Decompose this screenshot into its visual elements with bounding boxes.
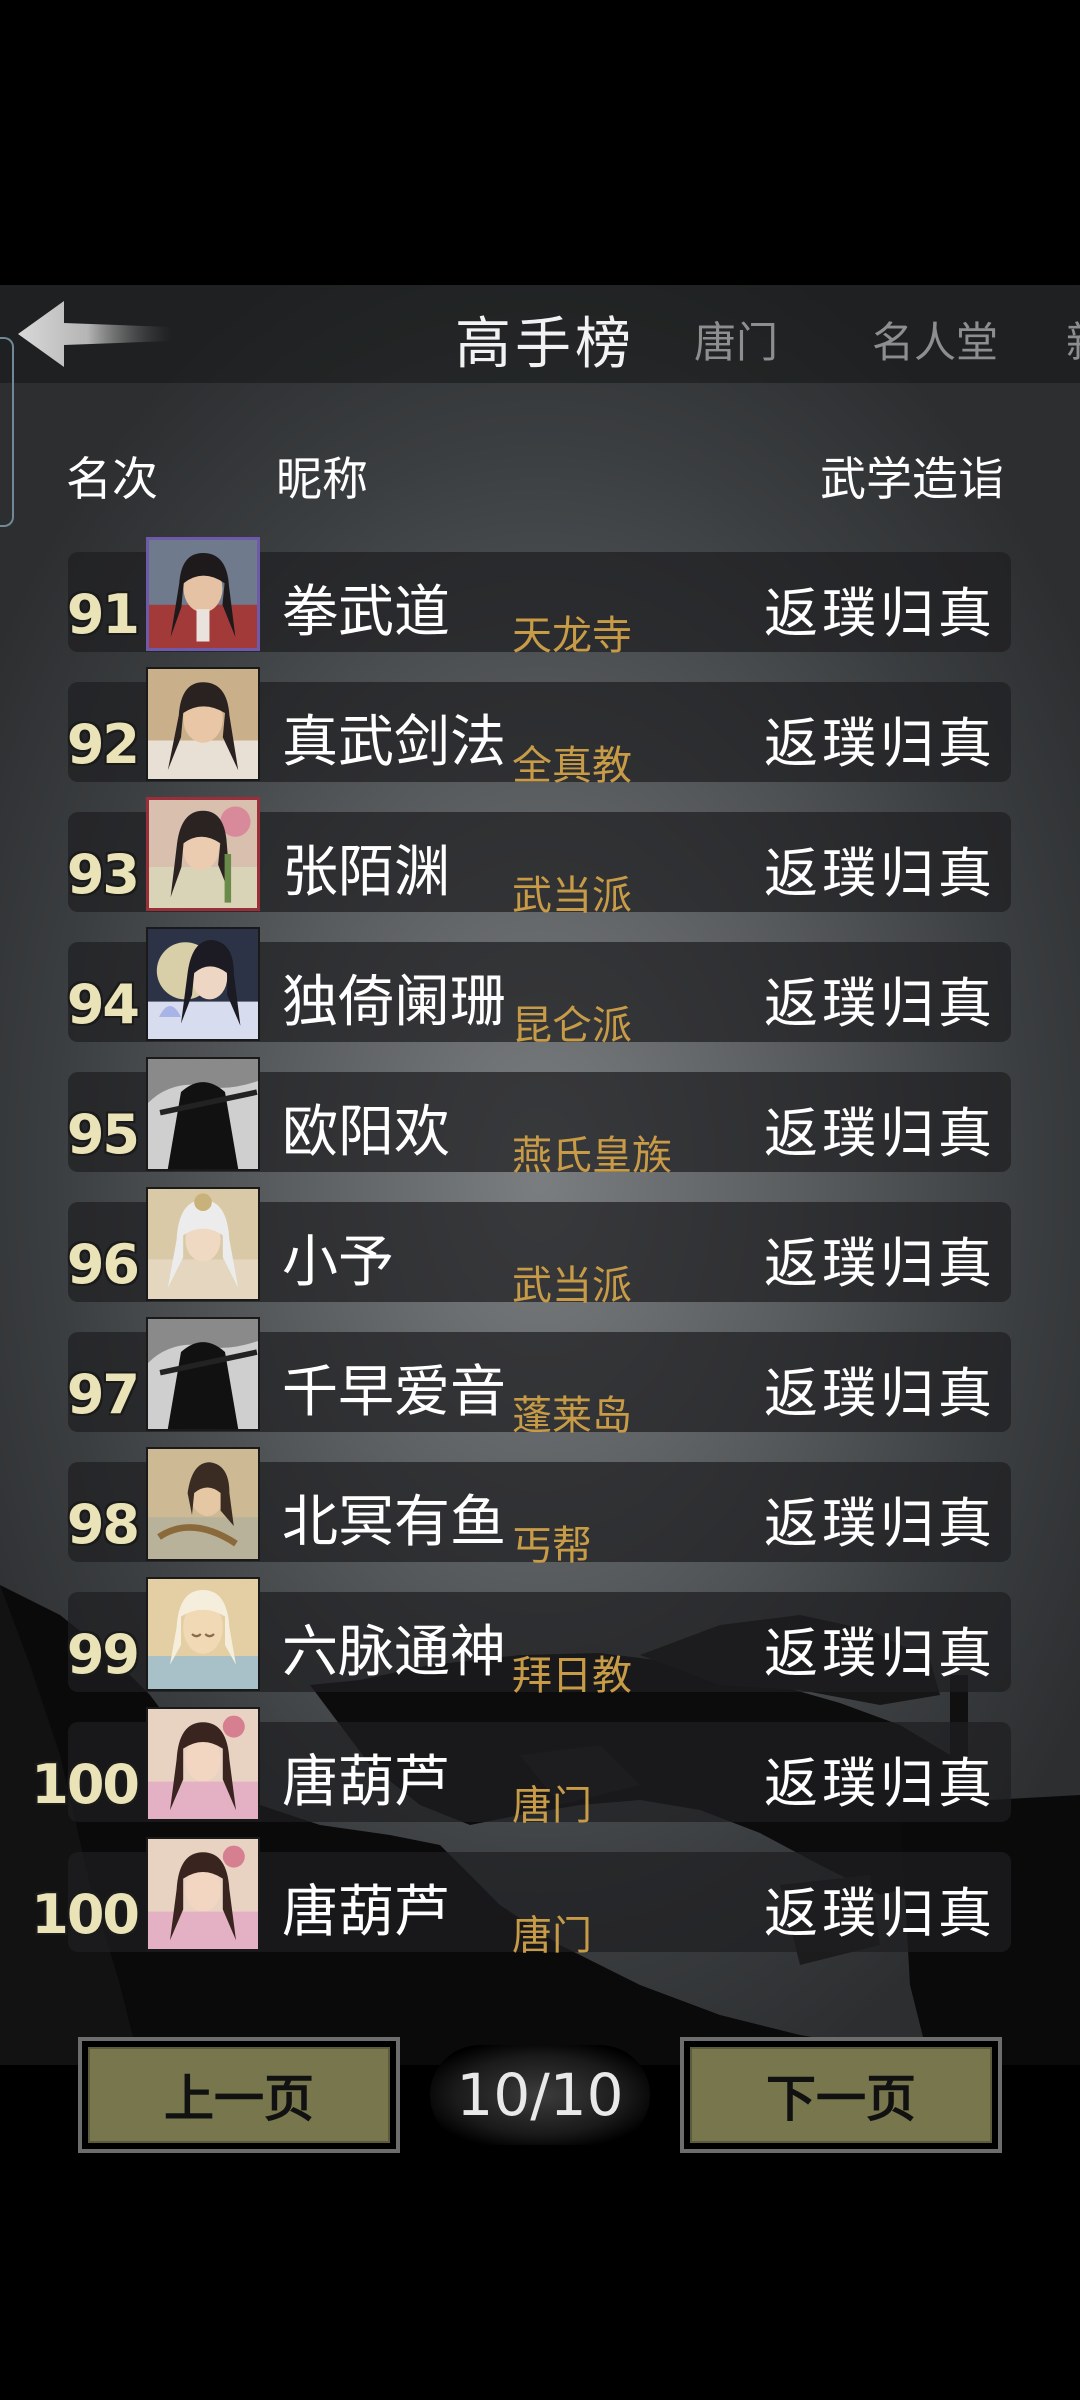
column-header-skill: 武学造诣 <box>820 452 1004 506</box>
ranking-row[interactable]: 96 小予 武当派 返璞归真 <box>0 1175 1080 1309</box>
side-drawer-handle[interactable] <box>0 337 14 527</box>
player-name: 拳武道 <box>282 580 450 645</box>
rank-number: 98 <box>66 1493 140 1556</box>
rank-number: 95 <box>66 1103 140 1166</box>
player-avatar[interactable] <box>146 797 260 911</box>
player-avatar[interactable] <box>146 1447 260 1561</box>
page-indicator: 10/10 <box>430 2045 650 2145</box>
player-name: 北冥有鱼 <box>282 1490 506 1555</box>
player-sect: 天龙寺 <box>512 613 632 659</box>
player-sect: 武当派 <box>512 873 632 919</box>
player-name: 唐葫芦 <box>282 1750 450 1815</box>
ranking-row[interactable]: 92 真武剑法 全真教 返璞归真 <box>0 655 1080 789</box>
previous-page-button[interactable]: 上一页 <box>78 2037 400 2153</box>
player-avatar[interactable] <box>146 1187 260 1301</box>
player-avatar[interactable] <box>146 927 260 1041</box>
ranking-row[interactable]: 98 北冥有鱼 丐帮 返璞归真 <box>0 1435 1080 1569</box>
tab-partial-next[interactable]: 新 <box>1066 309 1080 370</box>
rank-number: 96 <box>66 1233 140 1296</box>
rank-number: 100 <box>31 1753 140 1816</box>
back-arrow-icon <box>18 301 172 367</box>
player-avatar[interactable] <box>146 1707 260 1821</box>
player-sect: 昆仑派 <box>512 1003 632 1049</box>
leaderboard-screen: 高手榜 唐门 名人堂 新 名次 昵称 武学造诣 91 拳武道 天龙寺 返璞归真 … <box>0 285 1080 2065</box>
player-avatar[interactable] <box>146 667 260 781</box>
rank-number: 93 <box>66 843 140 906</box>
column-header-rank: 名次 <box>66 452 158 506</box>
ranking-row[interactable]: 100 唐葫芦 唐门 返璞归真 <box>0 1695 1080 1829</box>
next-page-label: 下一页 <box>690 2047 992 2143</box>
player-avatar[interactable] <box>146 1577 260 1691</box>
back-button[interactable] <box>14 297 174 371</box>
ranking-row[interactable]: 94 独倚阑珊 昆仑派 返璞归真 <box>0 915 1080 1049</box>
skill-level: 返璞归真 <box>764 1362 996 1425</box>
rank-number: 91 <box>66 583 140 646</box>
skill-level: 返璞归真 <box>764 1492 996 1555</box>
next-page-button[interactable]: 下一页 <box>680 2037 1002 2153</box>
top-bar: 高手榜 唐门 名人堂 新 <box>0 285 1080 383</box>
player-name: 张陌渊 <box>282 840 450 905</box>
column-header-nickname: 昵称 <box>276 452 368 506</box>
rank-number: 92 <box>66 713 140 776</box>
skill-level: 返璞归真 <box>764 582 996 645</box>
skill-level: 返璞归真 <box>764 712 996 775</box>
rank-number: 100 <box>31 1883 140 1946</box>
player-avatar[interactable] <box>146 1317 260 1431</box>
skill-level: 返璞归真 <box>764 1622 996 1685</box>
player-avatar[interactable] <box>146 537 260 651</box>
player-name: 唐葫芦 <box>282 1880 450 1945</box>
player-sect: 全真教 <box>512 743 632 789</box>
player-name: 六脉通神 <box>282 1620 506 1685</box>
player-name: 小予 <box>282 1230 394 1295</box>
player-avatar[interactable] <box>146 1057 260 1171</box>
ranking-row[interactable]: 100 唐葫芦 唐门 返璞归真 <box>0 1825 1080 1959</box>
player-sect: 丐帮 <box>512 1523 592 1569</box>
tab-tangmen[interactable]: 唐门 <box>694 309 778 370</box>
ranking-row[interactable]: 93 张陌渊 武当派 返璞归真 <box>0 785 1080 919</box>
rank-number: 94 <box>66 973 140 1036</box>
skill-level: 返璞归真 <box>764 842 996 905</box>
player-name: 真武剑法 <box>282 710 506 775</box>
rank-number: 99 <box>66 1623 140 1686</box>
skill-level: 返璞归真 <box>764 1232 996 1295</box>
skill-level: 返璞归真 <box>764 1752 996 1815</box>
player-sect: 武当派 <box>512 1263 632 1309</box>
ranking-row[interactable]: 99 六脉通神 拜日教 返璞归真 <box>0 1565 1080 1699</box>
tab-hall-of-fame[interactable]: 名人堂 <box>872 309 998 370</box>
ranking-row[interactable]: 97 千早爱音 蓬莱岛 返璞归真 <box>0 1305 1080 1439</box>
player-sect: 蓬莱岛 <box>512 1393 632 1439</box>
player-avatar[interactable] <box>146 1837 260 1951</box>
player-name: 独倚阑珊 <box>282 970 506 1035</box>
player-name: 欧阳欢 <box>282 1100 450 1165</box>
player-sect: 燕氏皇族 <box>512 1133 672 1179</box>
skill-level: 返璞归真 <box>764 972 996 1035</box>
skill-level: 返璞归真 <box>764 1882 996 1945</box>
player-sect: 唐门 <box>512 1913 592 1959</box>
player-name: 千早爱音 <box>282 1360 506 1425</box>
player-sect: 拜日教 <box>512 1653 632 1699</box>
skill-level: 返璞归真 <box>764 1102 996 1165</box>
tab-masters-ranking[interactable]: 高手榜 <box>455 299 635 380</box>
previous-page-label: 上一页 <box>88 2047 390 2143</box>
ranking-row[interactable]: 91 拳武道 天龙寺 返璞归真 <box>0 525 1080 659</box>
rank-number: 97 <box>66 1363 140 1426</box>
ranking-row[interactable]: 95 欧阳欢 燕氏皇族 返璞归真 <box>0 1045 1080 1179</box>
player-sect: 唐门 <box>512 1783 592 1829</box>
